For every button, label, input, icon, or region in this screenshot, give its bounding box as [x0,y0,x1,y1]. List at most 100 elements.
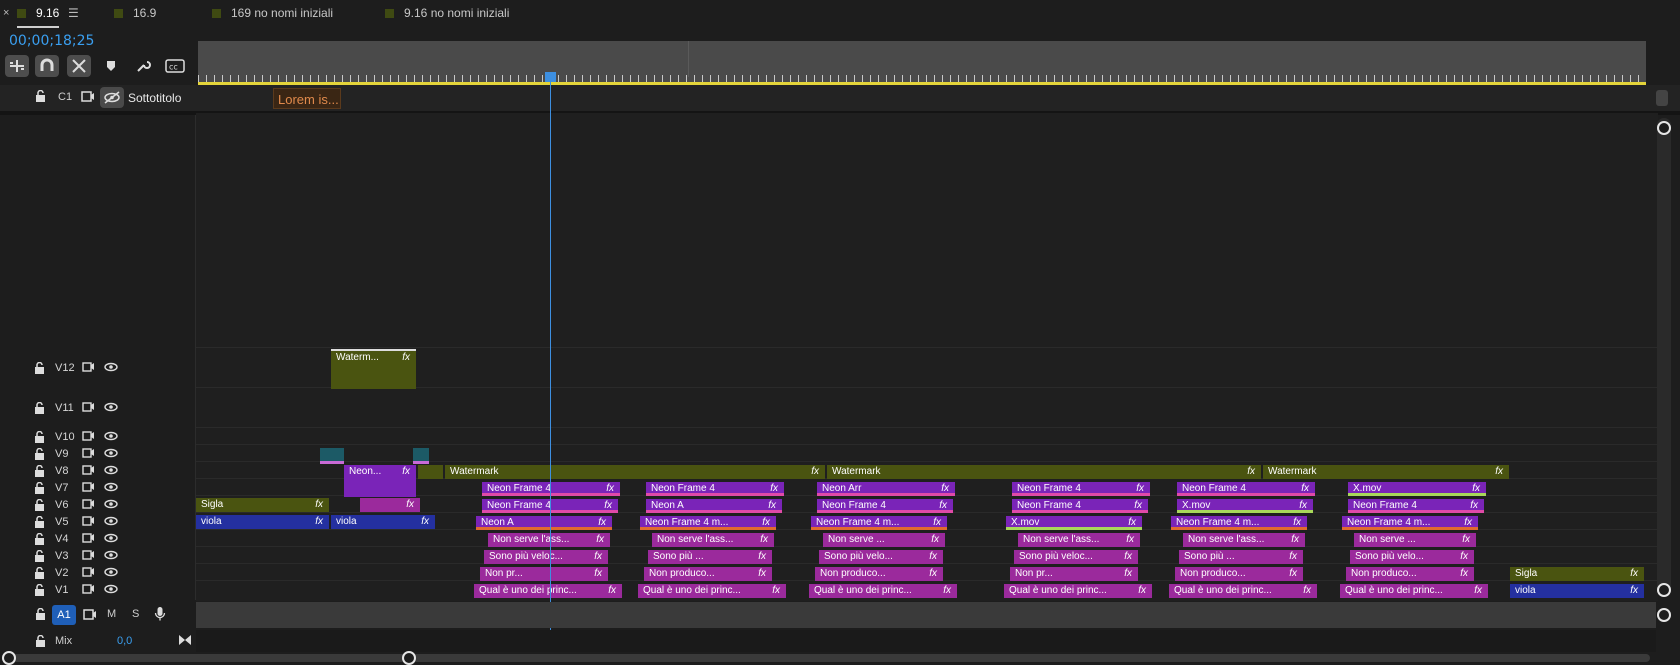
hscroll-left-handle[interactable] [2,651,16,665]
clip-watermark-1[interactable]: Watermark fx [445,465,825,479]
mic-icon[interactable] [154,606,166,625]
mix-track[interactable] [196,630,1656,652]
tab-9-16[interactable]: 9.16 [17,6,60,28]
lock-icon[interactable] [34,464,45,480]
lock-icon[interactable] [34,447,45,463]
lock-icon[interactable] [34,549,45,565]
clip-v7-3[interactable]: Neon Frame 4 fx [1012,482,1150,496]
film-icon[interactable] [82,533,95,547]
film-icon[interactable] [82,499,95,513]
bowtie-icon[interactable] [178,634,192,649]
film-icon[interactable] [82,448,95,462]
eye-icon[interactable] [104,448,118,461]
clip-v4-1[interactable]: Non serve l'ass... fx [652,533,774,547]
clip-v4-0[interactable]: Non serve l'ass... fx [488,533,610,547]
lock-icon[interactable] [34,515,45,531]
eye-icon[interactable] [104,431,118,444]
close-tab-icon[interactable]: × [3,7,9,19]
clip-v5-3[interactable]: X.mov fx [1006,516,1142,530]
clip-v3-1[interactable]: Sono più ... fx [648,550,772,564]
caption-scroll-knob[interactable] [1656,90,1668,106]
film-icon[interactable] [82,567,95,581]
captions-button[interactable]: cc [163,55,187,77]
film-icon[interactable] [82,516,95,530]
clip-v2-4[interactable]: Non produco... fx [1175,567,1303,581]
clip-v7-1[interactable]: Neon Frame 4 fx [646,482,784,496]
insert-sequence-button[interactable] [5,55,29,77]
clip-v4-3[interactable]: Non serve l'ass... fx [1018,533,1140,547]
clip-v3-4[interactable]: Sono più ... fx [1179,550,1303,564]
clip-neon-v8[interactable]: Neon... fx [344,465,416,497]
clip-v2-3[interactable]: Non pr... fx [1010,567,1138,581]
film-icon[interactable] [82,482,95,496]
clip-v5-5[interactable]: Neon Frame 4 m... fx [1342,516,1478,530]
clip-v6-1[interactable]: Neon Afx [646,499,782,513]
clip-v3-0[interactable]: Sono più veloc... fx [484,550,608,564]
audio-scroll-handle[interactable] [1657,608,1671,622]
mix-value[interactable]: 0,0 [117,635,132,647]
eye-icon[interactable] [104,584,118,597]
lock-icon[interactable] [34,566,45,582]
audio-track-a1[interactable] [196,602,1656,628]
clip-v6-2[interactable]: Neon Frame 4 fx [817,499,953,513]
lock-icon[interactable] [35,607,46,624]
clip-v6-3[interactable]: Neon Frame 4 fx [1012,499,1148,513]
clip-v6-small[interactable]: fx [360,498,420,512]
film-icon[interactable] [82,362,95,376]
clip-sigla[interactable]: Sigla fx [196,498,329,512]
clip-viola-end[interactable]: viola fx [1510,584,1644,598]
clip-v3-3[interactable]: Sono più veloc... fx [1014,550,1138,564]
eye-icon[interactable] [104,402,118,415]
eye-icon[interactable] [104,499,118,512]
clip-v7-5[interactable]: X.mov fx [1348,482,1486,496]
clip-v1-1[interactable]: Qual è uno dei princ... fx [638,584,786,598]
playhead-line[interactable] [550,75,551,655]
eye-icon[interactable] [104,516,118,529]
lock-icon[interactable] [35,89,46,106]
eye-icon[interactable] [104,550,118,563]
clip-v4-5[interactable]: Non serve ... fx [1354,533,1476,547]
clip-v4-4[interactable]: Non serve l'ass... fx [1183,533,1305,547]
clip-v1-2[interactable]: Qual è uno dei princ... fx [809,584,957,598]
lock-icon[interactable] [34,498,45,514]
mute-button[interactable]: M [107,608,116,620]
clip-v5-4[interactable]: Neon Frame 4 m... fx [1171,516,1307,530]
film-icon[interactable] [83,609,97,623]
snap-button[interactable] [35,55,59,77]
clip-v7-2[interactable]: Neon Arr fx [817,482,955,496]
lock-icon[interactable] [34,481,45,497]
add-marker-button[interactable] [99,55,123,77]
clip-watermark-v12[interactable]: Waterm... fx [331,349,416,389]
clip-v5-1[interactable]: Neon Frame 4 m... fx [640,516,776,530]
caption-clip[interactable]: Lorem is... [273,88,341,109]
hscroll-right-handle[interactable] [402,651,416,665]
horizontal-scrollbar[interactable] [6,654,1650,662]
timeline-settings-button[interactable] [131,55,155,77]
menu-icon[interactable]: ☰ [68,6,79,20]
clip-viola[interactable]: viola fx [196,515,329,529]
scroll-handle-bottom[interactable] [1657,583,1671,597]
tab-916-no-nomi[interactable]: 9.16 no nomi iniziali [385,6,509,22]
tab-16-9[interactable]: 16.9 [114,6,156,22]
clip-v3-2[interactable]: Sono più velo... fx [819,550,943,564]
clip-v5-0[interactable]: Neon Afx [476,516,612,530]
lock-icon[interactable] [34,583,45,599]
lock-icon[interactable] [34,401,45,417]
solo-button[interactable]: S [132,608,139,620]
clip-v2-2[interactable]: Non produco... fx [815,567,943,581]
linked-selection-button[interactable] [67,55,91,77]
clip-v7-4[interactable]: Neon Frame 4 fx [1177,482,1315,496]
clip-v1-0[interactable]: Qual è uno dei princ... fx [474,584,622,598]
clip-v6-5[interactable]: Neon Frame 4 fx [1348,499,1484,513]
clip-sigla-end[interactable]: Sigla fx [1510,567,1644,581]
clip-olive-v8-small[interactable] [418,465,443,479]
audio-track-target-a1[interactable]: A1 [52,605,76,625]
clip-v2-1[interactable]: Non produco... fx [644,567,772,581]
clip-v2-5[interactable]: Non produco... fx [1346,567,1474,581]
scroll-handle-top[interactable] [1657,121,1671,135]
clip-v1-5[interactable]: Qual è uno dei princ... fx [1340,584,1488,598]
clip-v7-0[interactable]: Neon Frame 4 fx [482,482,620,496]
clip-v3-5[interactable]: Sono più velo... fx [1350,550,1474,564]
eye-icon[interactable] [104,362,118,375]
film-icon[interactable] [82,550,95,564]
